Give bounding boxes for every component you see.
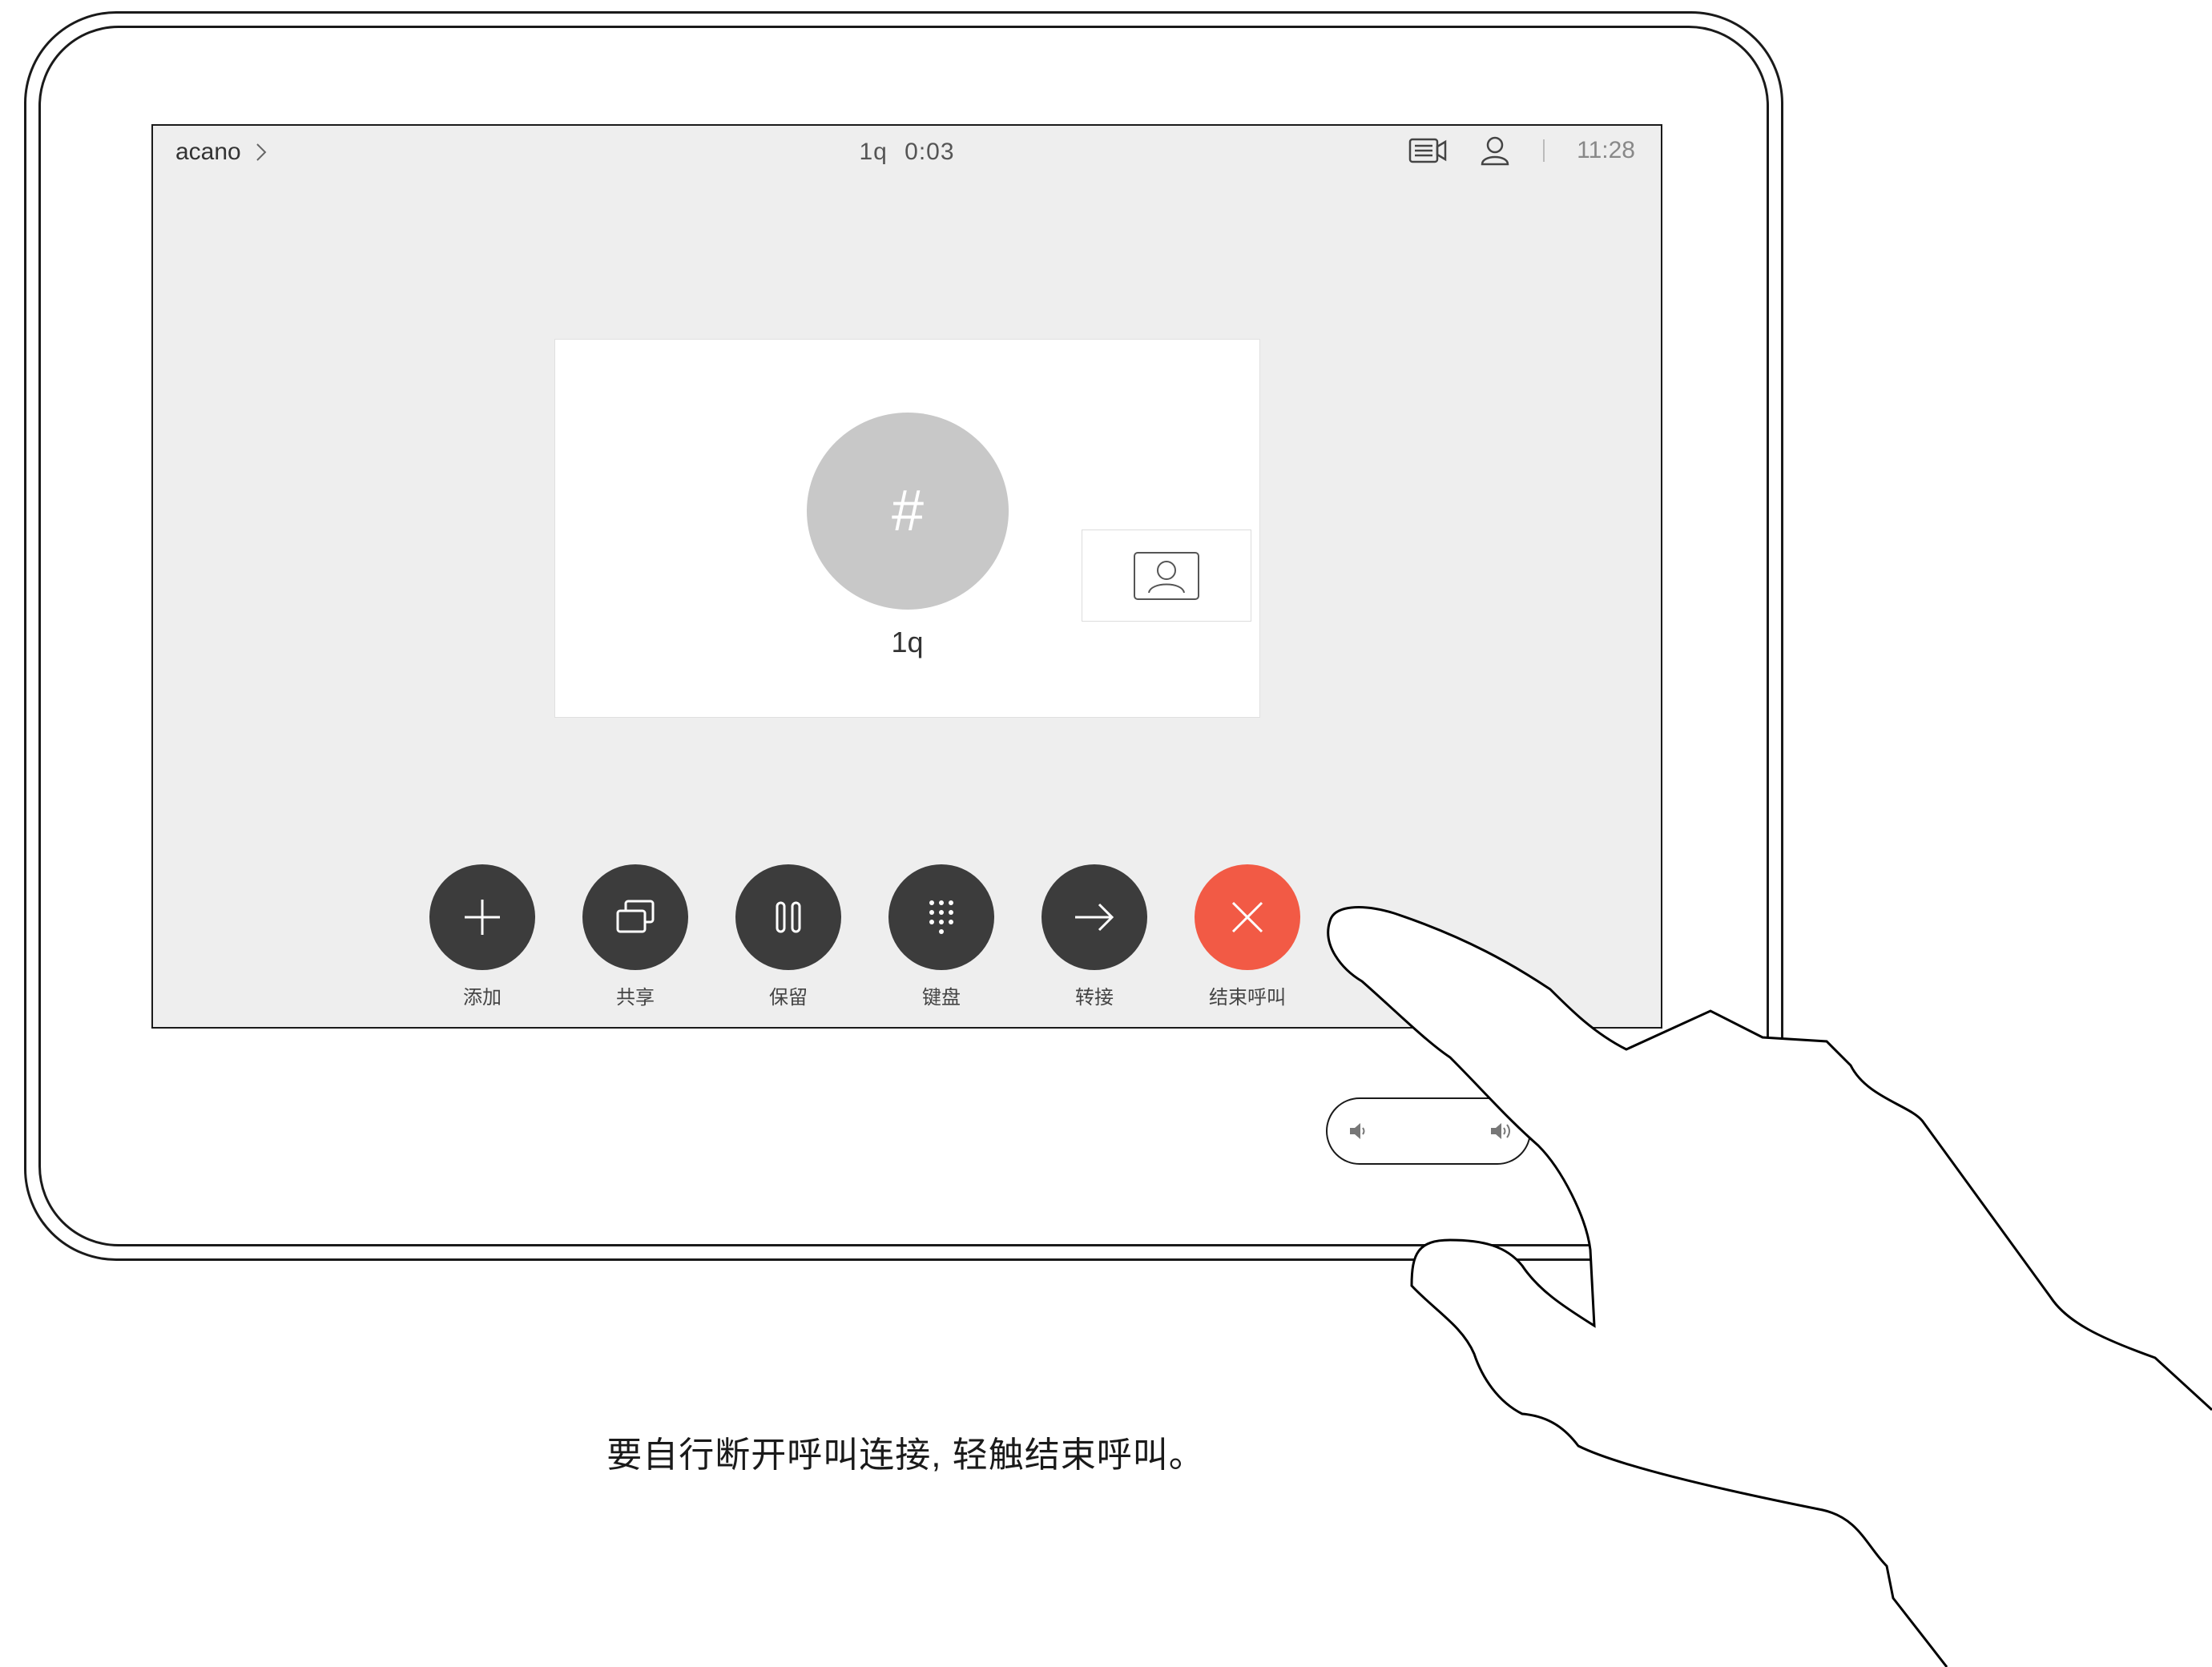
volume-low-icon[interactable]: [1347, 1120, 1369, 1142]
transfer-control[interactable]: 转接: [1030, 864, 1158, 1009]
hold-control[interactable]: 保留: [724, 864, 852, 1009]
clock: 11:28: [1577, 137, 1635, 163]
call-duration: 0:03: [905, 139, 955, 165]
hold-label: 保留: [769, 987, 808, 1009]
instruction-caption: 要自行断开呼叫连接, 轻触结束呼叫。: [606, 1435, 1205, 1475]
call-name: 1q: [859, 139, 888, 165]
avatar-symbol: #: [891, 479, 925, 543]
volume-control[interactable]: [1326, 1097, 1531, 1165]
touch-screen: acano 1q 0:03 11:28 # 1q 添加 共享 保留 键盘 转接 …: [151, 124, 1662, 1029]
selfview-person-icon: [1134, 551, 1199, 600]
transfer-button[interactable]: [1042, 864, 1147, 970]
volume-high-icon[interactable]: [1488, 1120, 1515, 1142]
share-icon: [616, 900, 655, 933]
contact-name: 1q: [891, 626, 924, 658]
keypad-icon: [929, 900, 953, 934]
keypad-button[interactable]: [888, 864, 994, 970]
avatar: #: [807, 413, 1009, 610]
end-call-button[interactable]: [1195, 864, 1300, 970]
hold-button[interactable]: [735, 864, 841, 970]
add-label: 添加: [463, 987, 502, 1009]
person-icon[interactable]: [1479, 135, 1511, 166]
plus-icon: [465, 900, 500, 935]
pause-icon: [776, 901, 801, 933]
share-button[interactable]: [582, 864, 688, 970]
end-call-control[interactable]: 结束呼叫: [1183, 864, 1311, 1009]
close-icon: [1231, 901, 1263, 933]
selfview-thumbnail[interactable]: [1082, 529, 1251, 622]
keypad-label: 键盘: [922, 987, 961, 1009]
call-controls: 添加 共享 保留 键盘 转接 结束呼叫: [153, 864, 1661, 1025]
keypad-control[interactable]: 键盘: [877, 864, 1005, 1009]
share-label: 共享: [616, 987, 655, 1009]
status-divider: [1543, 139, 1545, 162]
add-call-control[interactable]: 添加: [418, 864, 546, 1009]
transfer-label: 转接: [1075, 987, 1114, 1009]
add-button[interactable]: [429, 864, 535, 970]
arrow-right-icon: [1075, 903, 1114, 932]
camera-list-icon[interactable]: [1408, 136, 1447, 165]
end-call-label: 结束呼叫: [1209, 987, 1286, 1009]
call-video-panel: # 1q: [554, 339, 1260, 718]
status-right: 11:28: [1408, 135, 1635, 166]
share-control[interactable]: 共享: [571, 864, 699, 1009]
status-bar: acano 1q 0:03 11:28: [153, 126, 1661, 190]
